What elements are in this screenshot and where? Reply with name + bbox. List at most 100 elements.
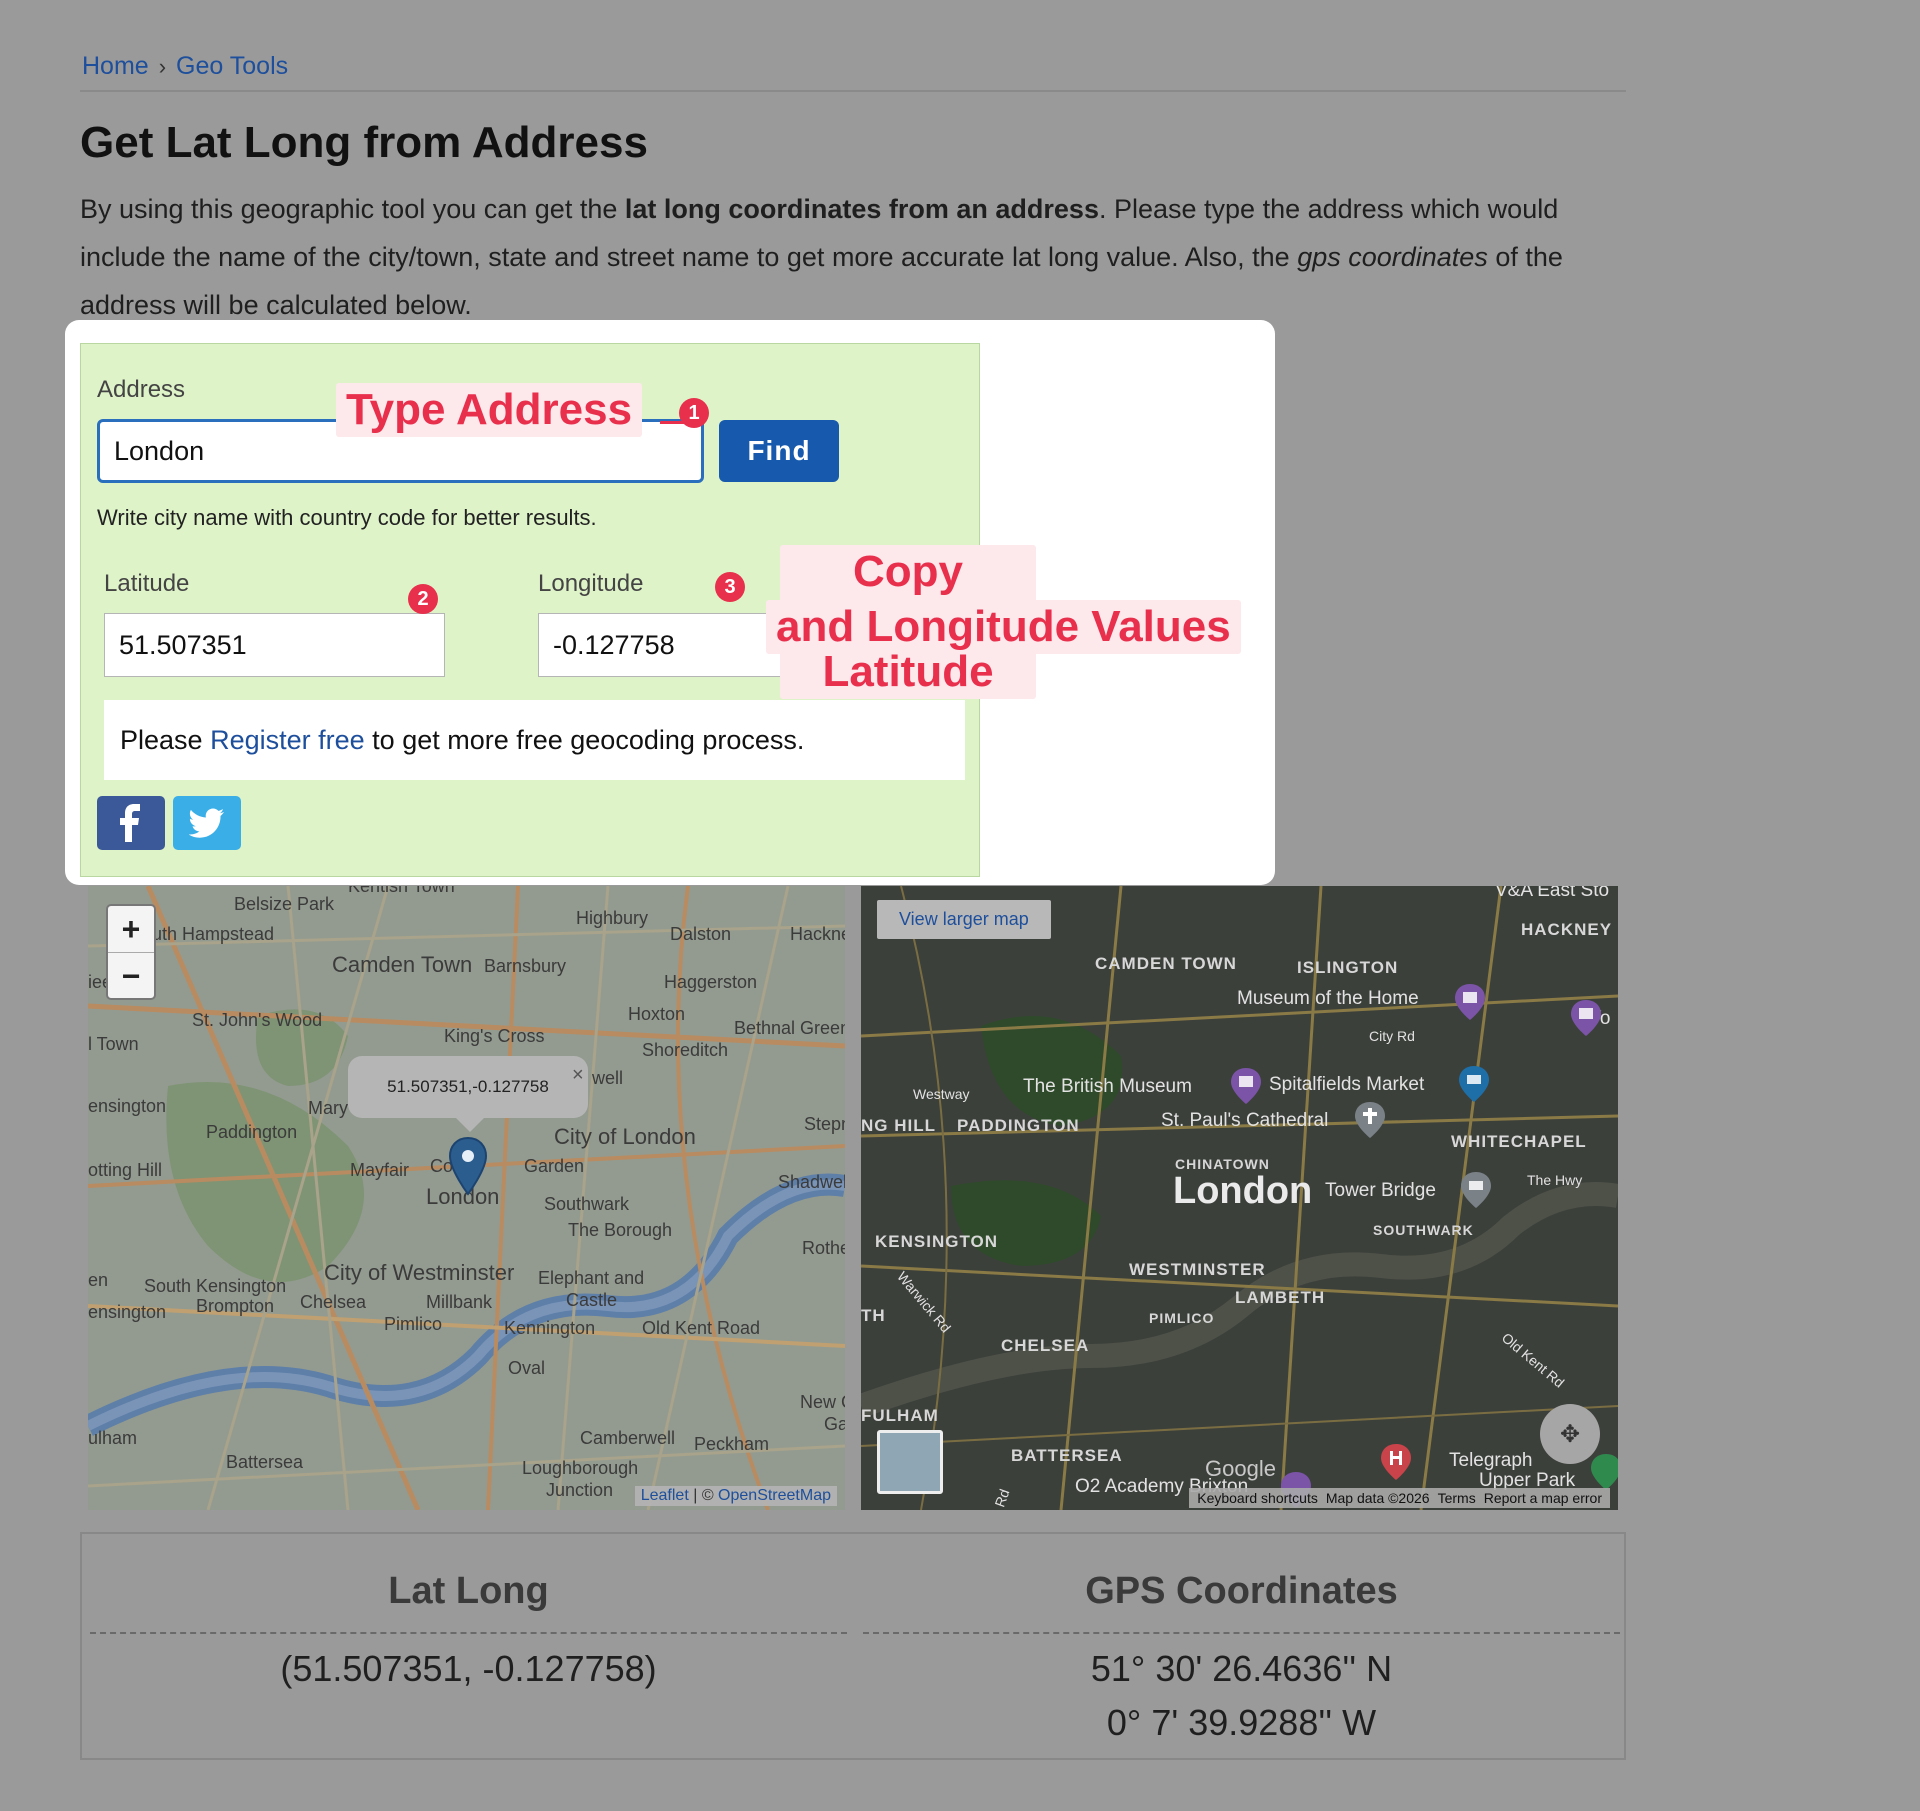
map-label: Shoreditch — [642, 1040, 729, 1060]
map-label: KENSINGTON — [875, 1232, 999, 1251]
map-label: Bethnal Green — [734, 1018, 845, 1038]
map-label: Millbank — [426, 1292, 493, 1312]
shopping-poi-icon[interactable] — [1457, 1064, 1491, 1104]
latlong-value: (51.507351, -0.127758) — [280, 1648, 657, 1689]
twitter-share-button[interactable] — [173, 796, 241, 850]
map-label: City of Westminster — [324, 1260, 515, 1285]
breadcrumb-divider — [80, 90, 1626, 92]
map-label: Westway — [913, 1086, 970, 1102]
breadcrumb-geo-tools-link[interactable]: Geo Tools — [176, 52, 288, 81]
church-poi-icon[interactable] — [1353, 1100, 1387, 1140]
breadcrumb: Home › Geo Tools — [82, 52, 288, 81]
map-type-toggle[interactable] — [877, 1430, 943, 1494]
google-map[interactable]: V&A East Sto HACKNEY CAMDEN TOWN ISLINGT… — [861, 886, 1618, 1510]
map-label: Telegraph — [1449, 1450, 1533, 1471]
map-label: Tower Bridge — [1325, 1180, 1436, 1201]
longitude-value: -0.127758 — [553, 629, 675, 660]
badge-step-1: 1 — [679, 398, 709, 428]
map-label: LAMBETH — [1235, 1288, 1326, 1307]
keyboard-shortcuts-link[interactable]: Keyboard shortcuts — [1197, 1490, 1318, 1506]
pan-control[interactable]: ✥ — [1540, 1404, 1600, 1464]
landmark-poi-icon[interactable] — [1459, 1170, 1493, 1210]
map-label: Hoxton — [628, 1004, 686, 1024]
intro-part: By using this geographic tool you can ge… — [80, 194, 625, 224]
map-label: Brompton — [196, 1296, 275, 1316]
hospital-poi-icon[interactable] — [1379, 1442, 1413, 1482]
map-label: St. Paul's Cathedral — [1161, 1110, 1329, 1131]
map-label: Southwark — [544, 1194, 630, 1214]
map-label: Chelsea — [300, 1292, 367, 1312]
park-poi-icon[interactable] — [1589, 1452, 1618, 1492]
map-label: Kentish Town — [348, 886, 455, 896]
popup-tip — [456, 1118, 484, 1132]
intro-italic: gps coordinates — [1297, 242, 1488, 272]
map-marker-icon[interactable] — [448, 1136, 488, 1196]
find-button[interactable]: Find — [719, 420, 839, 482]
latitude-value: 51.507351 — [119, 629, 247, 660]
map-label: PIMLICO — [1149, 1310, 1215, 1326]
map-label: BATTERSEA — [1011, 1446, 1123, 1465]
view-larger-map-link[interactable]: View larger map — [877, 900, 1051, 939]
museum-poi-icon[interactable] — [1229, 1066, 1263, 1106]
map-label: Camberwell — [580, 1428, 676, 1448]
map-label: otting Hill — [88, 1160, 163, 1180]
map-label: well — [592, 1068, 624, 1088]
register-free-link[interactable]: Register free — [210, 725, 365, 756]
map-label: King's Cross — [444, 1026, 545, 1046]
map-label: l Town — [88, 1034, 139, 1054]
zoom-out-button[interactable]: − — [108, 952, 154, 999]
map-label: WESTMINSTER — [1129, 1260, 1266, 1279]
map-label: Hackne — [790, 924, 845, 944]
facebook-icon — [120, 804, 140, 842]
breadcrumb-home-link[interactable]: Home — [82, 52, 149, 81]
register-notice: Please Register free to get more free ge… — [104, 700, 965, 780]
map-label: New C — [800, 1392, 845, 1412]
map-label: ensington — [88, 1302, 167, 1322]
map-label: Belsize Park — [234, 894, 335, 914]
openstreetmap-link[interactable]: OpenStreetMap — [718, 1487, 831, 1504]
report-map-error-link[interactable]: Report a map error — [1484, 1490, 1602, 1506]
latlong-heading: Lat Long — [388, 1570, 549, 1612]
map-label: South Kensington — [144, 1276, 287, 1296]
map-label: St. John's Wood — [192, 1010, 323, 1030]
map-label: Battersea — [226, 1452, 304, 1472]
map-label: PADDINGTON — [957, 1116, 1080, 1135]
map-label: Barnsbury — [484, 956, 567, 976]
google-logo: Google — [1205, 1456, 1276, 1481]
badge-step-3: 3 — [715, 572, 745, 602]
terms-link[interactable]: Terms — [1438, 1490, 1476, 1506]
address-input-value: London — [114, 435, 205, 466]
facebook-share-button[interactable] — [97, 796, 165, 850]
longitude-label: Longitude — [538, 570, 644, 597]
map-label: FULHAM — [861, 1406, 939, 1425]
map-label: en — [88, 1270, 109, 1290]
gps-latitude-value: 51° 30' 26.4636'' N — [1090, 1648, 1393, 1689]
popup-close-button[interactable]: × — [572, 1064, 584, 1087]
zoom-in-button[interactable]: + — [108, 906, 154, 952]
marker-popup: 51.507351,-0.127758 — [348, 1056, 588, 1118]
map-label: The British Museum — [1023, 1076, 1192, 1097]
latitude-label: Latitude — [104, 570, 190, 597]
osm-map[interactable]: Kentish Town Belsize Park Highbury uth H… — [88, 886, 845, 1510]
map-label: SOUTHWARK — [1373, 1222, 1474, 1238]
address-label: Address — [97, 376, 186, 403]
map-label: Ga — [824, 1414, 845, 1434]
results-panel: Lat Long (51.507351, -0.127758) GPS Coor… — [80, 1532, 1626, 1760]
map-label: CHELSEA — [1001, 1336, 1090, 1355]
osm-attribution: Leaflet | © OpenStreetMap — [634, 1486, 837, 1506]
gps-heading: GPS Coordinates — [1085, 1570, 1398, 1612]
annotation-copy-line2: and Longitude Values — [766, 600, 1241, 654]
leaflet-link[interactable]: Leaflet — [641, 1487, 689, 1504]
latitude-input[interactable]: 51.507351 — [104, 613, 445, 677]
register-prefix: Please — [120, 724, 203, 755]
map-label: CAMDEN TOWN — [1095, 954, 1237, 973]
map-label: Haggerston — [664, 972, 758, 992]
map-label: City of London — [554, 1124, 696, 1149]
intro-bold: lat long coordinates from an address — [624, 194, 1099, 224]
museum-poi-icon[interactable] — [1569, 998, 1603, 1038]
map-label: Dalston — [670, 924, 732, 944]
museum-poi-icon[interactable] — [1453, 982, 1487, 1022]
map-label: London — [1173, 1170, 1313, 1212]
annotation-type-address: Type Address — [336, 383, 643, 437]
map-label: Old Kent Road — [642, 1318, 761, 1338]
